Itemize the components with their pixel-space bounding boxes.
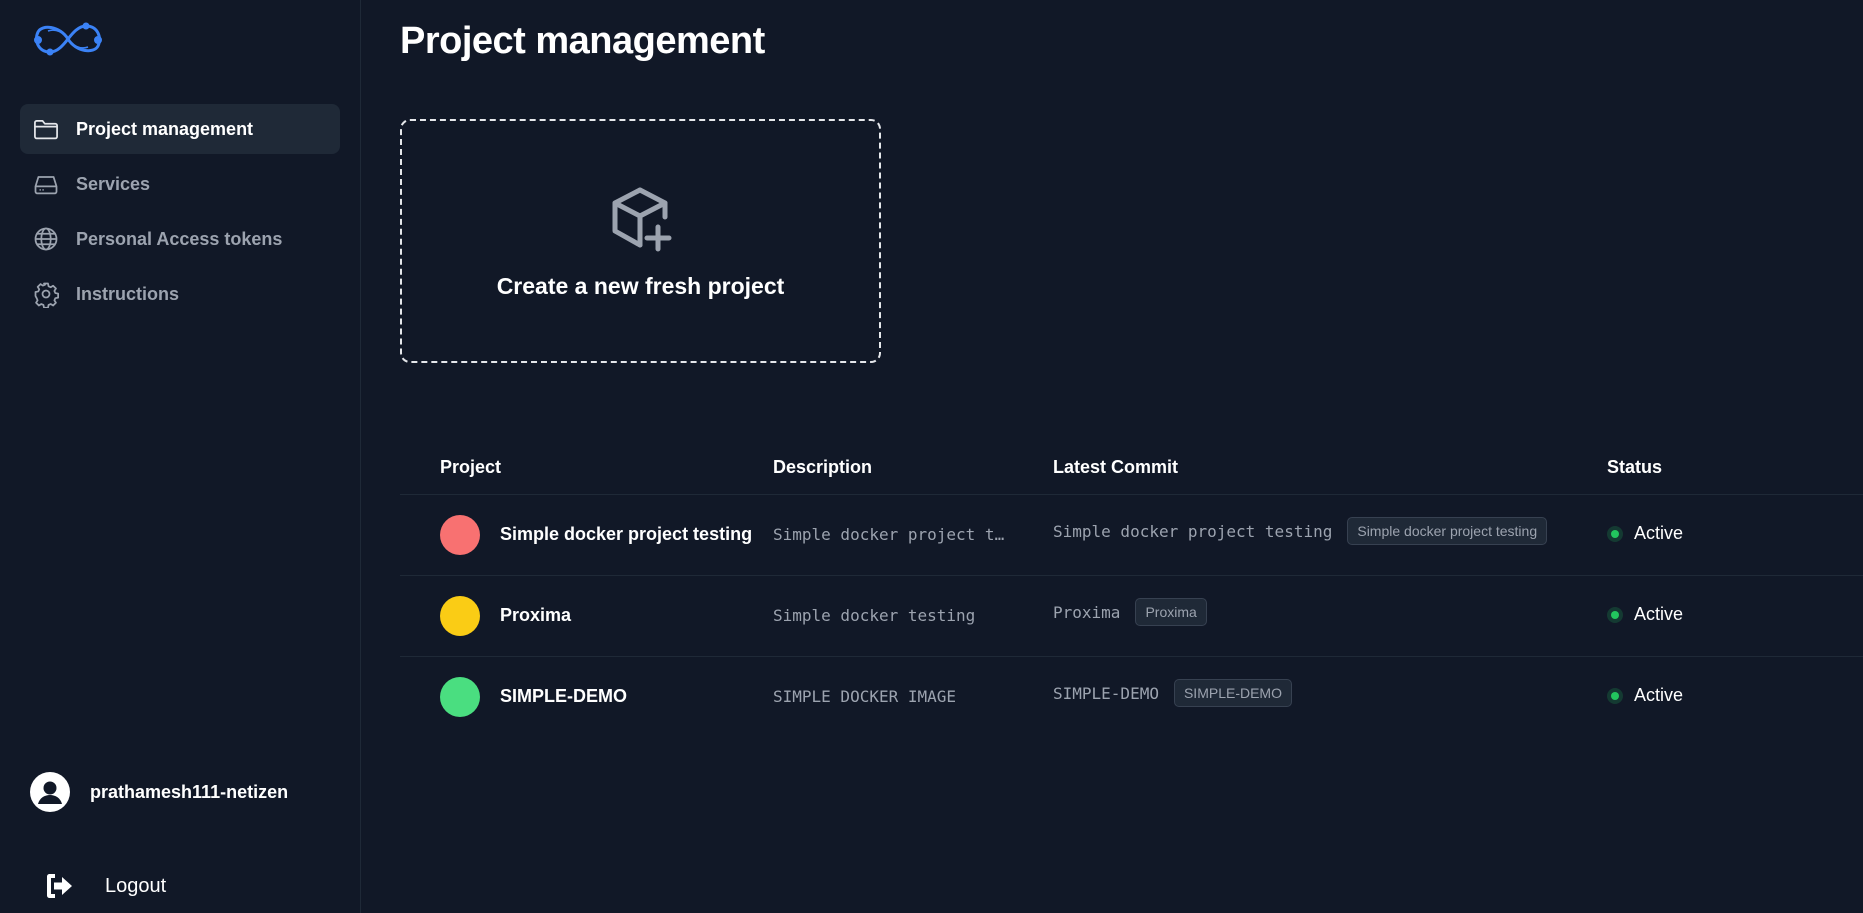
sidebar-item-services[interactable]: Services [20,159,340,209]
sidebar-item-label: Personal Access tokens [76,228,283,249]
sidebar-item-label: Instructions [76,283,180,304]
project-name[interactable]: SIMPLE-DEMO [500,686,627,707]
commit-badge: SIMPLE-DEMO [1173,679,1292,707]
project-description: SIMPLE DOCKER IMAGE [773,687,957,706]
column-header-project[interactable]: Project [440,457,501,478]
status-label: Active [1634,604,1684,624]
status-label: Active [1634,685,1684,705]
table-row[interactable]: Simple docker project testing Simple doc… [400,495,1863,576]
logout-icon [44,872,76,900]
commit-message: Proxima [1053,602,1121,622]
main-content: Project management Create a new fresh pr… [362,0,1863,913]
sidebar: Project management Services Personal Acc… [0,0,361,913]
latest-commit: Proxima Proxima [1053,597,1207,627]
status-dot-icon [1607,606,1623,623]
status-badge: Active [1607,523,1683,544]
column-header-description[interactable]: Description [773,457,872,478]
status-badge: Active [1607,685,1683,706]
project-color-dot [440,596,480,636]
sidebar-nav: Project management Services Personal Acc… [20,104,340,324]
sidebar-item-project-management[interactable]: Project management [20,104,340,154]
project-name[interactable]: Proxima [500,605,571,626]
table-row[interactable]: SIMPLE-DEMO SIMPLE DOCKER IMAGE SIMPLE-D… [400,657,1863,738]
sidebar-item-personal-access-tokens[interactable]: Personal Access tokens [20,214,340,264]
projects-table: Project Description Latest Commit Status… [400,443,1863,738]
sidebar-item-label: Services [76,173,151,194]
project-description: Simple docker testing [773,606,976,625]
globe-icon [32,225,60,253]
sidebar-item-label: Project management [76,118,254,139]
latest-commit: SIMPLE-DEMO SIMPLE-DEMO [1053,678,1292,708]
logout-button[interactable]: Logout [44,872,166,900]
project-color-dot [440,677,480,717]
latest-commit: Simple docker project testing Simple doc… [1053,516,1548,546]
folder-icon [32,115,60,143]
status-badge: Active [1607,604,1683,625]
column-header-latest-commit[interactable]: Latest Commit [1053,457,1178,478]
server-icon [32,170,60,198]
status-dot-icon [1607,525,1623,542]
page-title: Project management [400,20,765,62]
logout-label: Logout [105,874,167,897]
cube-plus-icon [607,185,673,255]
gear-icon [32,280,60,308]
create-project-card[interactable]: Create a new fresh project [400,119,881,363]
table-header: Project Description Latest Commit Status [400,443,1863,495]
status-dot-icon [1607,687,1623,704]
infinity-logo-icon[interactable] [30,18,106,60]
project-name[interactable]: Simple docker project testing [500,524,752,545]
create-project-label: Create a new fresh project [496,273,785,299]
user-avatar-icon [30,772,70,812]
table-row[interactable]: Proxima Simple docker testing Proxima Pr… [400,576,1863,657]
commit-message: Simple docker project testing [1053,521,1333,541]
sidebar-item-instructions[interactable]: Instructions [20,269,340,319]
username: prathamesh111-netizen [90,781,289,802]
commit-badge: Proxima [1135,598,1207,626]
project-description: Simple docker project testing [773,525,1013,544]
user-profile[interactable]: prathamesh111-netizen [30,772,288,812]
column-header-status[interactable]: Status [1607,457,1662,478]
project-color-dot [440,515,480,555]
commit-message: SIMPLE-DEMO [1053,683,1159,703]
commit-badge: Simple docker project testing [1347,517,1548,545]
status-label: Active [1634,523,1684,543]
